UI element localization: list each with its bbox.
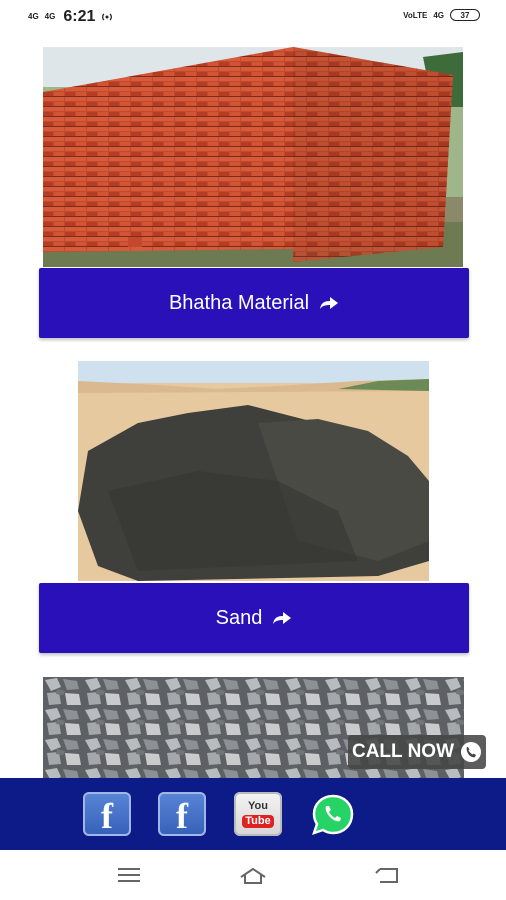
back-icon[interactable] [372, 864, 402, 886]
menu-icon[interactable] [114, 864, 144, 886]
phone-icon [461, 742, 482, 762]
hotspot-icon [102, 13, 113, 21]
social-bar: f f You Tube [0, 778, 506, 850]
call-now-label: CALL NOW [351, 741, 455, 762]
bricks-image[interactable] [43, 47, 463, 267]
facebook-icon[interactable]: f [83, 792, 131, 836]
sand-image[interactable] [78, 361, 429, 581]
facebook-letter-2: f [176, 796, 188, 836]
sand-button[interactable]: Sand [39, 583, 469, 653]
clock: 6:21 [63, 8, 96, 25]
home-icon[interactable] [238, 864, 268, 886]
share-arrow-icon [273, 612, 292, 624]
network-4g-1: 4G [28, 12, 39, 21]
network-4g-2: 4G [44, 12, 56, 21]
product-list[interactable]: Bhatha Material Sand [0, 34, 506, 778]
sand-label: Sand [215, 606, 263, 629]
bhatha-material-label: Bhatha Material [168, 291, 310, 314]
status-right: VoLTE 4G 37 [403, 9, 480, 21]
facebook-letter: f [101, 796, 113, 836]
share-arrow-icon [320, 297, 339, 309]
youtube-top-text: You [248, 800, 268, 812]
status-bar: 4G 4G 6:21 VoLTE 4G 37 [0, 0, 506, 34]
facebook-icon-2[interactable]: f [158, 792, 206, 836]
battery-level: 37 [460, 10, 470, 20]
whatsapp-icon[interactable] [309, 792, 357, 836]
youtube-bottom-text: Tube [242, 815, 274, 828]
volte-label: VoLTE [403, 10, 428, 20]
whatsapp-glyph [312, 794, 354, 835]
sand-illustration [78, 361, 429, 581]
bhatha-material-button[interactable]: Bhatha Material [39, 268, 469, 338]
call-now-button[interactable]: CALL NOW [348, 735, 486, 769]
system-nav-bar [0, 850, 506, 900]
youtube-icon[interactable]: You Tube [234, 792, 282, 836]
youtube-logo: You Tube [240, 800, 276, 828]
network-4g-right: 4G [433, 10, 444, 20]
status-left: 4G 4G 6:21 [28, 8, 113, 26]
battery-icon: 37 [450, 9, 480, 21]
bricks-illustration [43, 47, 463, 267]
